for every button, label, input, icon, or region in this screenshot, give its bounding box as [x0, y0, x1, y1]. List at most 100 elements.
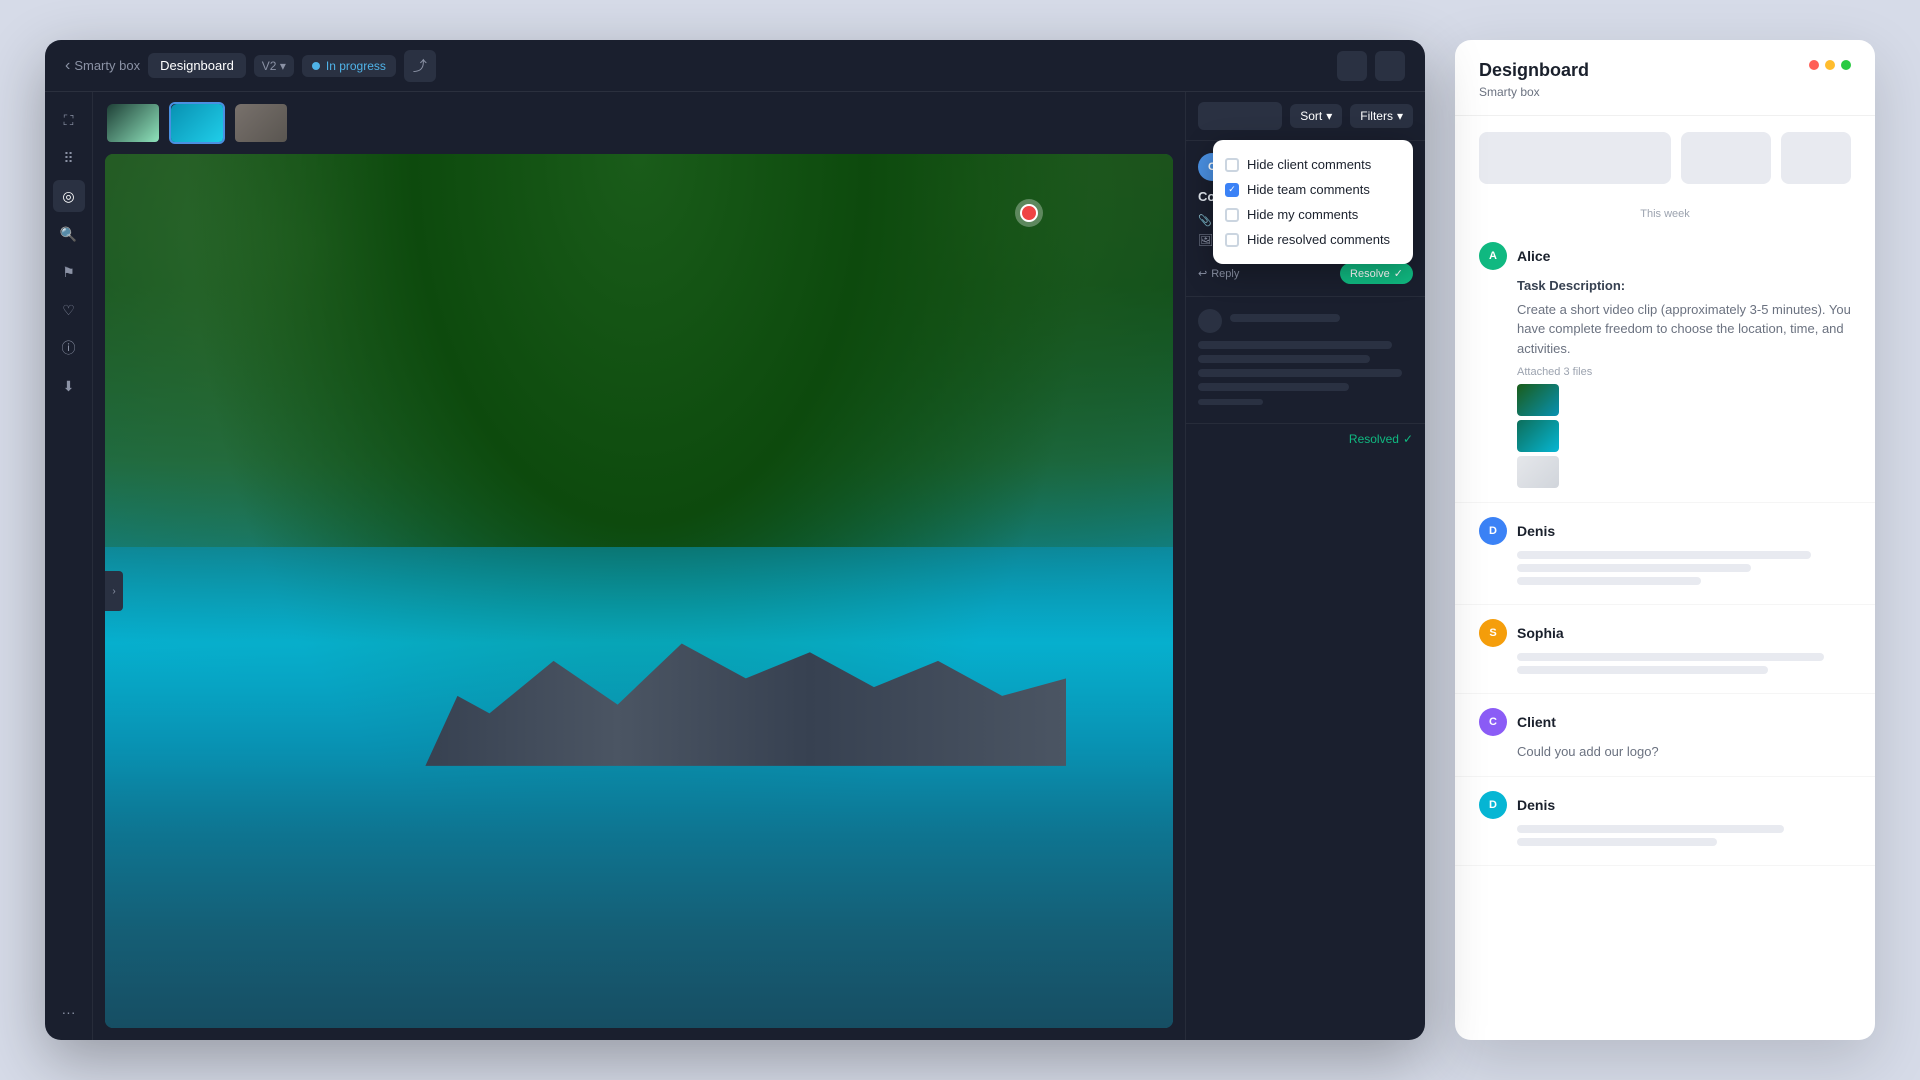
skeleton-comment-1	[1186, 297, 1425, 424]
filters-button[interactable]: Filters ▾	[1350, 104, 1413, 128]
pin-outer	[1015, 199, 1043, 227]
version-badge[interactable]: V2 ▾	[254, 55, 294, 77]
smarty-box-label: Smarty box	[1479, 85, 1589, 99]
section-divider: This week	[1455, 200, 1875, 228]
mini-card-2[interactable]	[1681, 132, 1771, 184]
skeleton-line-6	[1198, 399, 1263, 405]
task-title: Task Description:	[1517, 276, 1851, 296]
active-tab[interactable]: Designboard	[148, 53, 246, 78]
r-skel-3	[1517, 577, 1701, 585]
canvas-waves-layer	[105, 547, 1173, 1028]
window-controls	[1809, 60, 1851, 70]
cards-row	[1455, 116, 1875, 200]
resolved-label: Resolved ✓	[1186, 424, 1425, 454]
canvas-expand-button[interactable]: ›	[105, 571, 123, 611]
r-skel-sophia-2	[1517, 666, 1768, 674]
feed-avatar-denis-1: D	[1479, 517, 1507, 545]
sort-chevron: ▾	[1326, 109, 1332, 123]
heart-icon[interactable]: ♡	[53, 294, 85, 326]
r-skel-2	[1517, 564, 1751, 572]
zoom-icon[interactable]: 🔍	[53, 218, 85, 250]
feed-author-client: Client	[1517, 714, 1556, 730]
feed-avatar-sophia: S	[1479, 619, 1507, 647]
window-dot-red[interactable]	[1809, 60, 1819, 70]
feed-scroll: A Alice Task Description: Create a short…	[1455, 228, 1875, 1040]
right-sidebar: Designboard Smarty box This week A Alice	[1455, 40, 1875, 1040]
main-wrapper: Smarty box Designboard V2 ▾ In progress …	[45, 40, 1875, 1040]
window-dot-green[interactable]	[1841, 60, 1851, 70]
attached-thumbnails	[1517, 384, 1851, 488]
comments-toolbar: Sort ▾ Filters ▾	[1186, 92, 1425, 141]
attached-files-label: Attached 3 files	[1517, 366, 1851, 378]
feed-item-client: C Client Could you add our logo?	[1455, 694, 1875, 777]
feed-task-title: Task Description: Create a short video c…	[1517, 276, 1851, 358]
status-label: In progress	[326, 59, 386, 73]
feed-item-denis-1: D Denis	[1455, 503, 1875, 605]
sort-button[interactable]: Sort ▾	[1290, 104, 1342, 128]
attached-thumb-3	[1517, 456, 1559, 488]
download-icon[interactable]: ⬇	[53, 370, 85, 402]
skeleton-avatar	[1198, 309, 1222, 333]
content-area: ⛶ ⠿ ◎ 🔍 ⚑ ♡ ⓘ ⬇ ···	[45, 92, 1425, 1040]
right-sidebar-header: Designboard Smarty box	[1455, 40, 1875, 116]
comments-panel: Sort ▾ Filters ▾ Hide client comments	[1185, 92, 1425, 1040]
filter-checkbox-client[interactable]	[1225, 158, 1239, 172]
feed-avatar-alice: A	[1479, 242, 1507, 270]
reply-button[interactable]: ↩ Reply	[1198, 267, 1239, 280]
sidebar-title-group: Designboard Smarty box	[1479, 60, 1589, 99]
filter-hide-resolved[interactable]: Hide resolved comments	[1225, 227, 1401, 252]
view-toggle-1[interactable]	[1337, 51, 1367, 81]
search-bar[interactable]	[1198, 102, 1282, 130]
resolve-label: Resolve	[1350, 268, 1390, 280]
r-skel-sophia-1	[1517, 653, 1824, 661]
sort-label: Sort	[1300, 109, 1322, 123]
mini-card-3[interactable]	[1781, 132, 1851, 184]
reply-label: Reply	[1211, 268, 1239, 280]
grid-icon[interactable]: ⠿	[53, 142, 85, 174]
thumbnails-strip	[93, 92, 1185, 154]
flag-icon[interactable]: ⚑	[53, 256, 85, 288]
designboard-title: Designboard	[1479, 60, 1589, 81]
canvas-image: ›	[105, 154, 1173, 1028]
skeleton-line-5	[1198, 383, 1349, 391]
mini-card-1[interactable]	[1479, 132, 1671, 184]
filter-hide-client[interactable]: Hide client comments	[1225, 152, 1401, 177]
filter-hide-team[interactable]: ✓ Hide team comments	[1225, 177, 1401, 202]
filter-checkbox-resolved[interactable]	[1225, 233, 1239, 247]
skeleton-line-4	[1198, 369, 1402, 377]
skeleton-line-1	[1230, 314, 1340, 322]
skeleton-line-2	[1198, 341, 1392, 349]
feed-item-header-alice: A Alice	[1479, 242, 1851, 270]
left-panel: Smarty box Designboard V2 ▾ In progress …	[45, 40, 1425, 1040]
breadcrumb-back[interactable]: Smarty box	[65, 57, 140, 75]
reply-icon: ↩	[1198, 267, 1207, 280]
filter-checkbox-my[interactable]	[1225, 208, 1239, 222]
feed-avatar-denis-2: D	[1479, 791, 1507, 819]
sidebar-icons: ⛶ ⠿ ◎ 🔍 ⚑ ♡ ⓘ ⬇ ···	[45, 92, 93, 1040]
attached-thumb-2	[1517, 420, 1559, 452]
feed-item-header-denis-2: D Denis	[1479, 791, 1851, 819]
window-dot-yellow[interactable]	[1825, 60, 1835, 70]
expand-icon[interactable]: ⛶	[53, 104, 85, 136]
share-button[interactable]: ⤴	[404, 50, 436, 82]
thumbnail-2[interactable]	[169, 102, 225, 144]
filter-checkbox-team[interactable]: ✓	[1225, 183, 1239, 197]
more-icon[interactable]: ···	[53, 996, 85, 1028]
attached-thumb-1	[1517, 384, 1559, 416]
filters-chevron: ▾	[1397, 109, 1403, 123]
filter-hide-my[interactable]: Hide my comments	[1225, 202, 1401, 227]
view-toggle-2[interactable]	[1375, 51, 1405, 81]
pin-marker[interactable]	[1015, 199, 1043, 227]
feed-author-alice: Alice	[1517, 248, 1550, 264]
resolve-button[interactable]: Resolve ✓	[1340, 263, 1413, 284]
skeleton-line-3	[1198, 355, 1370, 363]
thumbnail-3[interactable]	[233, 102, 289, 144]
feed-item-denis-2: D Denis	[1455, 777, 1875, 866]
status-badge: In progress	[302, 55, 396, 77]
target-icon[interactable]: ◎	[53, 180, 85, 212]
info-icon[interactable]: ⓘ	[53, 332, 85, 364]
filters-label: Filters	[1360, 109, 1393, 123]
filter-label-client: Hide client comments	[1247, 157, 1371, 172]
thumbnail-1[interactable]	[105, 102, 161, 144]
file-icon: 🖼	[1198, 233, 1213, 247]
